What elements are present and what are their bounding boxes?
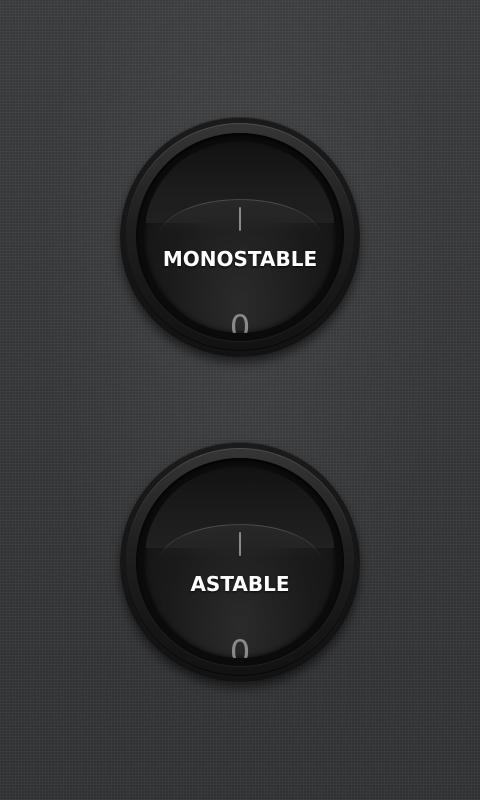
switch-inner-ring: MONOSTABLE 0 (136, 133, 344, 341)
off-mark: 0 (229, 308, 251, 333)
switch-label: ASTABLE (190, 572, 290, 596)
on-mark-icon (239, 532, 241, 556)
rocker-face[interactable]: ASTABLE 0 (144, 466, 336, 658)
switch-label: MONOSTABLE (162, 247, 318, 271)
switch-inner-ring: ASTABLE 0 (136, 458, 344, 666)
off-mark: 0 (229, 633, 251, 658)
on-mark-icon (239, 207, 241, 231)
monostable-rocker-switch[interactable]: MONOSTABLE 0 (120, 117, 360, 357)
switch-bezel: ASTABLE 0 (126, 448, 354, 676)
rocker-face[interactable]: MONOSTABLE 0 (144, 141, 336, 333)
astable-rocker-switch[interactable]: ASTABLE 0 (120, 442, 360, 682)
switch-bezel: MONOSTABLE 0 (126, 123, 354, 351)
